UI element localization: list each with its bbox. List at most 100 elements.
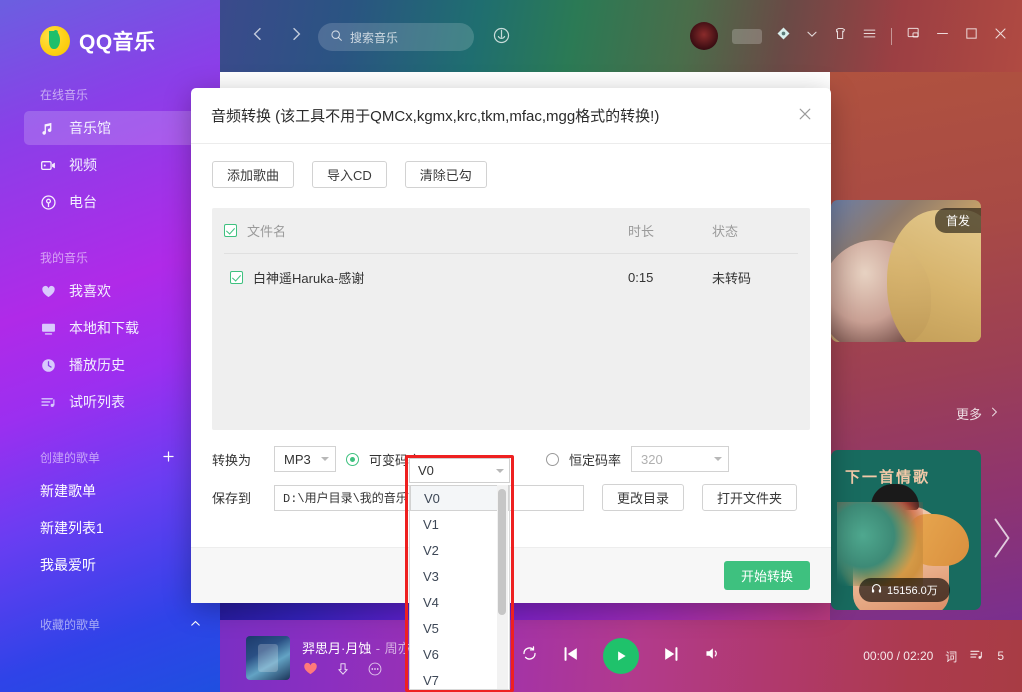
card-illustration-flowers: [837, 502, 923, 586]
caret-down-icon: [714, 457, 723, 465]
monitor-icon: [40, 320, 57, 337]
search-icon: [330, 29, 343, 45]
microphone-icon[interactable]: [492, 26, 511, 50]
sidebar-playlist-new[interactable]: 新建歌单: [24, 474, 206, 508]
save-path-row: 保存到 D:\用户目录\我的音乐\ 更改目录 打开文件夹: [212, 484, 810, 511]
import-cd-button[interactable]: 导入CD: [312, 161, 387, 188]
heart-filled-icon[interactable]: [302, 660, 319, 682]
add-song-button[interactable]: 添加歌曲: [212, 161, 295, 188]
table-row[interactable]: 白神遥Haruka-感谢 0:15 未转码: [224, 254, 798, 300]
cbr-select[interactable]: 320: [631, 446, 730, 472]
vbr-quality-select[interactable]: V0: [409, 458, 510, 483]
more-label: 更多: [955, 407, 982, 422]
sidebar-item-local-downloads[interactable]: 本地和下载: [24, 311, 206, 345]
clear-checked-button[interactable]: 清除已勾: [404, 161, 487, 188]
dropdown-option-v4[interactable]: V4: [410, 589, 509, 615]
sidebar-item-label: 试听列表: [69, 394, 125, 410]
row-checkbox[interactable]: [230, 270, 243, 284]
diamond-icon[interactable]: [776, 26, 791, 46]
now-playing-title[interactable]: 羿思月·月蚀: [302, 641, 371, 656]
playback-time: 00:00 / 02:20: [863, 649, 934, 663]
vbr-radio[interactable]: [346, 452, 359, 466]
chevron-down-icon[interactable]: [805, 27, 819, 46]
radio-icon: [40, 194, 57, 211]
dropdown-option-v3[interactable]: V3: [410, 563, 509, 589]
lyrics-button[interactable]: 词: [945, 648, 957, 665]
dropdown-scrollbar[interactable]: [497, 485, 508, 689]
playlist-card-title: 下一首情歌: [845, 469, 931, 486]
format-select[interactable]: MP3: [274, 446, 336, 472]
dropdown-option-v2[interactable]: V2: [410, 537, 509, 563]
vip-badge-icon[interactable]: [732, 28, 762, 44]
music-note-icon: [40, 120, 57, 137]
download-arrow-icon[interactable]: [335, 661, 351, 682]
player-bar: 羿思月·月蚀 - 周亦铭 00:00 / 02:20 词 5: [220, 620, 1022, 692]
file-list-header: 文件名 时长 状态: [224, 208, 798, 254]
dropdown-option-v5[interactable]: V5: [410, 615, 509, 641]
ellipsis-icon[interactable]: [367, 661, 383, 682]
chevron-up-icon[interactable]: [189, 617, 202, 633]
select-all-checkbox[interactable]: [224, 224, 237, 237]
now-playing-cover[interactable]: [246, 636, 290, 680]
now-playing-separator: -: [375, 641, 381, 656]
app-logo[interactable]: QQ音乐: [0, 0, 220, 56]
sidebar-item-radio[interactable]: 电台: [24, 185, 206, 219]
sidebar-item-video[interactable]: 视频: [24, 148, 206, 182]
right-rail: 首发 更多 下一首情歌 15156.0万: [830, 72, 1022, 620]
mini-window-icon[interactable]: [906, 26, 921, 46]
playlist-card[interactable]: 下一首情歌 15156.0万: [831, 450, 981, 610]
sidebar-item-preview-list[interactable]: 试听列表: [24, 385, 206, 419]
minimize-icon[interactable]: [935, 26, 950, 46]
vbr-quality-dropdown-list[interactable]: V0 V1 V2 V3 V4 V5 V6 V7: [409, 485, 510, 690]
dropdown-scrollbar-thumb[interactable]: [498, 489, 506, 615]
change-directory-button[interactable]: 更改目录: [602, 484, 685, 511]
play-count-badge: 15156.0万: [859, 578, 950, 602]
video-camera-icon: [40, 157, 57, 174]
convert-to-label: 转换为: [212, 452, 252, 468]
next-track-icon[interactable]: [661, 644, 681, 669]
dialog-header: 音频转换 (该工具不用于QMCx,kgmx,krc,tkm,mfac,mgg格式…: [191, 88, 831, 144]
queue-count: 5: [997, 649, 1004, 663]
search-input[interactable]: 搜索音乐: [318, 23, 474, 51]
avatar[interactable]: [690, 22, 718, 50]
sidebar-item-label: 视频: [69, 157, 97, 173]
sidebar-item-music-hall[interactable]: 音乐馆: [24, 111, 206, 145]
start-convert-button[interactable]: 开始转换: [723, 561, 810, 590]
dropdown-option-v1[interactable]: V1: [410, 511, 509, 537]
sidebar-item-label: 我最爱听: [40, 557, 96, 573]
previous-track-icon[interactable]: [561, 644, 581, 669]
play-count-value: 15156.0万: [887, 585, 938, 597]
maximize-icon[interactable]: [964, 26, 979, 46]
open-folder-button[interactable]: 打开文件夹: [702, 484, 798, 511]
featured-card[interactable]: 首发: [831, 200, 981, 342]
sidebar-playlist-newlist1[interactable]: 新建列表1: [24, 511, 206, 545]
column-header-filename: 文件名: [247, 224, 287, 239]
close-icon[interactable]: [993, 26, 1008, 46]
hamburger-menu-icon[interactable]: [862, 26, 877, 46]
dropdown-option-v6[interactable]: V6: [410, 641, 509, 667]
sidebar-item-label: 本地和下载: [69, 320, 139, 336]
skin-shirt-icon[interactable]: [833, 26, 848, 46]
caret-down-icon: [496, 468, 504, 477]
plus-icon[interactable]: [162, 450, 175, 466]
sidebar-group-online-music: 在线音乐: [0, 86, 220, 103]
more-link[interactable]: 更多: [956, 404, 1000, 423]
player-transport: [520, 620, 722, 692]
queue-list-icon[interactable]: [969, 647, 985, 666]
volume-icon[interactable]: [703, 644, 722, 668]
repeat-icon[interactable]: [520, 644, 539, 668]
cbr-radio[interactable]: [546, 452, 560, 466]
close-icon[interactable]: [797, 106, 813, 125]
play-button[interactable]: [603, 638, 639, 674]
forward-button[interactable]: [288, 26, 304, 47]
sidebar-group-created-playlists: 创建的歌单: [0, 449, 220, 466]
sidebar-group-label: 创建的歌单: [40, 451, 101, 465]
sidebar-playlist-favorite-listen[interactable]: 我最爱听: [24, 548, 206, 582]
back-button[interactable]: [250, 26, 266, 47]
dropdown-option-v7[interactable]: V7: [410, 667, 509, 689]
sidebar-item-favorites[interactable]: 我喜欢: [24, 274, 206, 308]
sidebar-item-play-history[interactable]: 播放历史: [24, 348, 206, 382]
sidebar-item-label: 电台: [69, 194, 97, 210]
dropdown-option-v0[interactable]: V0: [410, 485, 509, 511]
rail-next-button[interactable]: [988, 512, 1014, 569]
